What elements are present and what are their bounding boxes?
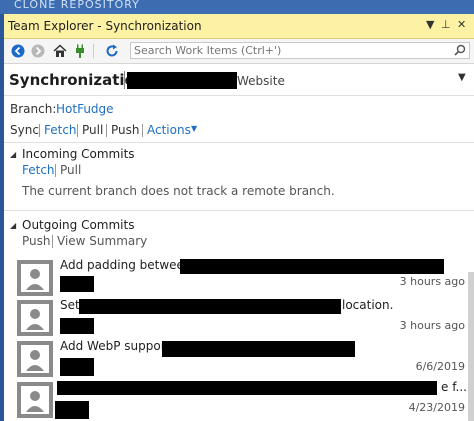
commit-time: 3 hours ago: [399, 319, 465, 332]
action-separator: [39, 124, 40, 137]
close-icon[interactable]: ✕: [457, 18, 466, 31]
toolbar: [4, 39, 474, 64]
title-bar: Team Explorer - Synchronization ▼ ⊥ ✕: [4, 14, 474, 39]
redacted-block: [60, 318, 94, 334]
actions-dropdown-icon[interactable]: ▼: [191, 124, 197, 133]
avatar: [17, 300, 53, 336]
commit-message: Set: [60, 298, 80, 312]
connect-icon[interactable]: [72, 43, 88, 59]
commit-time: 4/23/2019: [408, 401, 465, 414]
redacted-block: [127, 72, 237, 89]
team-explorer-window: Team Explorer - Synchronization ▼ ⊥ ✕ Sy…: [4, 14, 474, 421]
branch-label: Branch:: [10, 102, 57, 116]
action-separator: [142, 124, 143, 137]
forward-icon[interactable]: [30, 43, 46, 59]
actions-menu[interactable]: Actions: [147, 123, 191, 137]
action-separator: [77, 124, 78, 137]
incoming-message: The current branch does not track a remo…: [22, 184, 335, 198]
commit-item[interactable]: Set location. 3 hours ago: [17, 298, 465, 336]
pin-icon[interactable]: ⊥: [441, 18, 451, 31]
toolbar-separator: [93, 44, 94, 58]
scrollbar[interactable]: [468, 272, 474, 421]
redacted-block: [162, 341, 355, 357]
incoming-fetch-link[interactable]: Fetch: [22, 163, 55, 177]
action-separator: [52, 235, 53, 248]
incoming-pull-link[interactable]: Pull: [60, 163, 81, 177]
redacted-block: [57, 381, 437, 395]
search-box[interactable]: [130, 42, 470, 59]
outgoing-commits-title[interactable]: Outgoing Commits: [22, 218, 134, 232]
commit-message: e f...: [441, 380, 467, 394]
commit-item[interactable]: Add WebP support 6/6/2019: [17, 339, 465, 377]
commit-time: 3 hours ago: [399, 275, 465, 288]
push-link[interactable]: Push: [111, 123, 140, 137]
redacted-block: [79, 299, 341, 314]
avatar: [17, 260, 53, 296]
background-strip: CLONE REPOSITORY: [0, 0, 474, 14]
commit-message: Add padding between: [60, 258, 192, 272]
home-icon[interactable]: [52, 43, 68, 59]
collapse-icon[interactable]: ◢: [10, 221, 16, 230]
window-title: Team Explorer - Synchronization: [8, 19, 202, 33]
background-strip-text: CLONE REPOSITORY: [14, 0, 140, 11]
action-separator: [55, 164, 56, 177]
avatar: [17, 382, 53, 418]
fetch-link[interactable]: Fetch: [44, 123, 77, 137]
view-summary-link[interactable]: View Summary: [57, 234, 147, 248]
commit-item[interactable]: Add padding between 3 hours ago: [17, 258, 465, 296]
page-menu-dropdown[interactable]: ▼: [458, 72, 466, 83]
push-link[interactable]: Push: [22, 234, 51, 248]
repo-name-suffix: Website: [237, 74, 285, 88]
avatar: [17, 341, 53, 377]
title-separator: [124, 71, 125, 89]
commit-item[interactable]: e f... 4/23/2019: [17, 380, 467, 419]
pull-link[interactable]: Pull: [82, 123, 103, 137]
incoming-commits-title[interactable]: Incoming Commits: [22, 147, 135, 161]
section-divider: [4, 210, 474, 211]
header-divider: [4, 95, 474, 96]
commit-message-end: location.: [342, 298, 394, 312]
redacted-block: [60, 276, 94, 292]
section-divider: [4, 142, 474, 143]
search-input[interactable]: [134, 43, 434, 58]
dropdown-icon[interactable]: ▼: [426, 18, 434, 31]
back-icon[interactable]: [10, 43, 26, 59]
redacted-block: [60, 358, 94, 376]
sync-label: Sync: [10, 123, 39, 137]
collapse-icon[interactable]: ◢: [10, 150, 16, 159]
refresh-icon[interactable]: [104, 43, 120, 59]
commit-message: Add WebP support: [60, 339, 171, 353]
page-title: Synchronization: [9, 71, 146, 89]
commit-time: 6/6/2019: [415, 360, 465, 373]
redacted-block: [180, 259, 444, 274]
branch-link[interactable]: HotFudge: [56, 102, 114, 116]
search-icon[interactable]: [454, 44, 466, 59]
action-separator: [106, 124, 107, 137]
redacted-block: [55, 401, 89, 419]
